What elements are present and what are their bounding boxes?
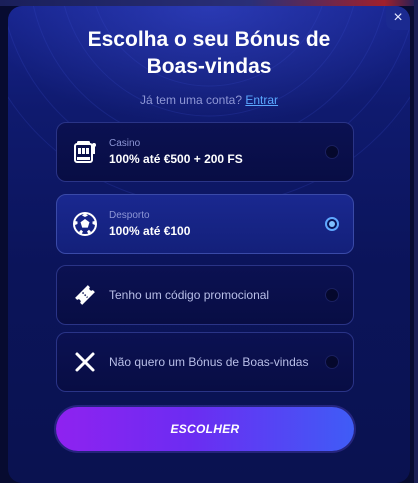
bonus-option-no-bonus[interactable]: Não quero um Bónus de Boas-vindas: [56, 332, 354, 392]
welcome-bonus-modal: × Escolha o seu Bónus de Boas-vindas Já …: [8, 6, 410, 483]
bonus-option-label: Desporto: [109, 210, 150, 221]
choose-button[interactable]: ESCOLHER: [56, 407, 354, 451]
bonus-option-promo-code[interactable]: Tenho um código promocional: [56, 265, 354, 325]
background-right-strip: [414, 0, 418, 483]
radio-casino[interactable]: [325, 145, 339, 159]
modal-title-line-1: Escolha o seu Bónus de: [87, 28, 331, 51]
modal-title-line-2: Boas-vindas: [146, 55, 272, 78]
login-prompt: Já tem uma conta? Entrar: [8, 93, 410, 107]
bonus-option-desporto[interactable]: Desporto 100% até €100: [56, 194, 354, 254]
promo-ticket-icon: [75, 285, 95, 305]
close-x-icon: [75, 352, 95, 372]
modal-title: Escolha o seu Bónus de Boas-vindas: [8, 26, 410, 80]
bonus-option-text: Tenho um código promocional: [109, 288, 270, 302]
login-prompt-text: Já tem uma conta?: [139, 93, 243, 107]
bonus-option-label: Casino: [109, 138, 141, 149]
slot-machine-icon: [74, 141, 96, 163]
soccer-ball-icon: [73, 212, 97, 236]
bonus-option-value: 100% até €100: [109, 224, 191, 238]
radio-no-bonus[interactable]: [325, 355, 339, 369]
radio-promo-code[interactable]: [325, 288, 339, 302]
login-link[interactable]: Entrar: [245, 93, 278, 107]
bonus-option-text: Não quero um Bónus de Boas-vindas: [109, 355, 309, 369]
radio-desporto[interactable]: [325, 217, 339, 231]
bonus-option-casino[interactable]: Casino 100% até €500 + 200 FS: [56, 122, 354, 182]
bonus-option-value: 100% até €500 + 200 FS: [109, 152, 243, 166]
